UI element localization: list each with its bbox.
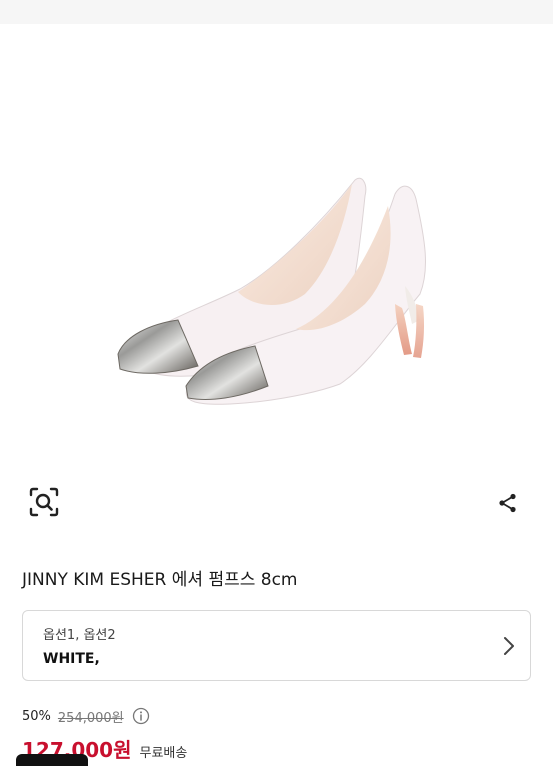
option-value: WHITE, bbox=[43, 651, 100, 667]
product-title: JINNY KIM ESHER 에셔 펌프스 8cm bbox=[22, 570, 298, 590]
option-label: 옵션1, 옵션2 bbox=[43, 628, 116, 643]
share-button[interactable] bbox=[494, 490, 522, 516]
option-selector[interactable]: 옵션1, 옵션2 WHITE, bbox=[22, 610, 531, 681]
bottom-bar-fragment bbox=[16, 754, 88, 766]
original-price: 254,000원 bbox=[57, 710, 124, 726]
price-summary: 50% 254,000원 bbox=[22, 706, 150, 726]
shipping-info: 무료배송 bbox=[139, 746, 188, 761]
image-search-button[interactable] bbox=[26, 484, 62, 520]
product-image[interactable] bbox=[0, 24, 553, 464]
image-search-icon bbox=[29, 487, 59, 517]
top-strip bbox=[0, 0, 553, 24]
info-icon[interactable] bbox=[132, 707, 150, 725]
chevron-right-icon bbox=[504, 637, 514, 655]
discount-rate: 50% bbox=[22, 708, 51, 724]
share-icon bbox=[499, 493, 516, 513]
